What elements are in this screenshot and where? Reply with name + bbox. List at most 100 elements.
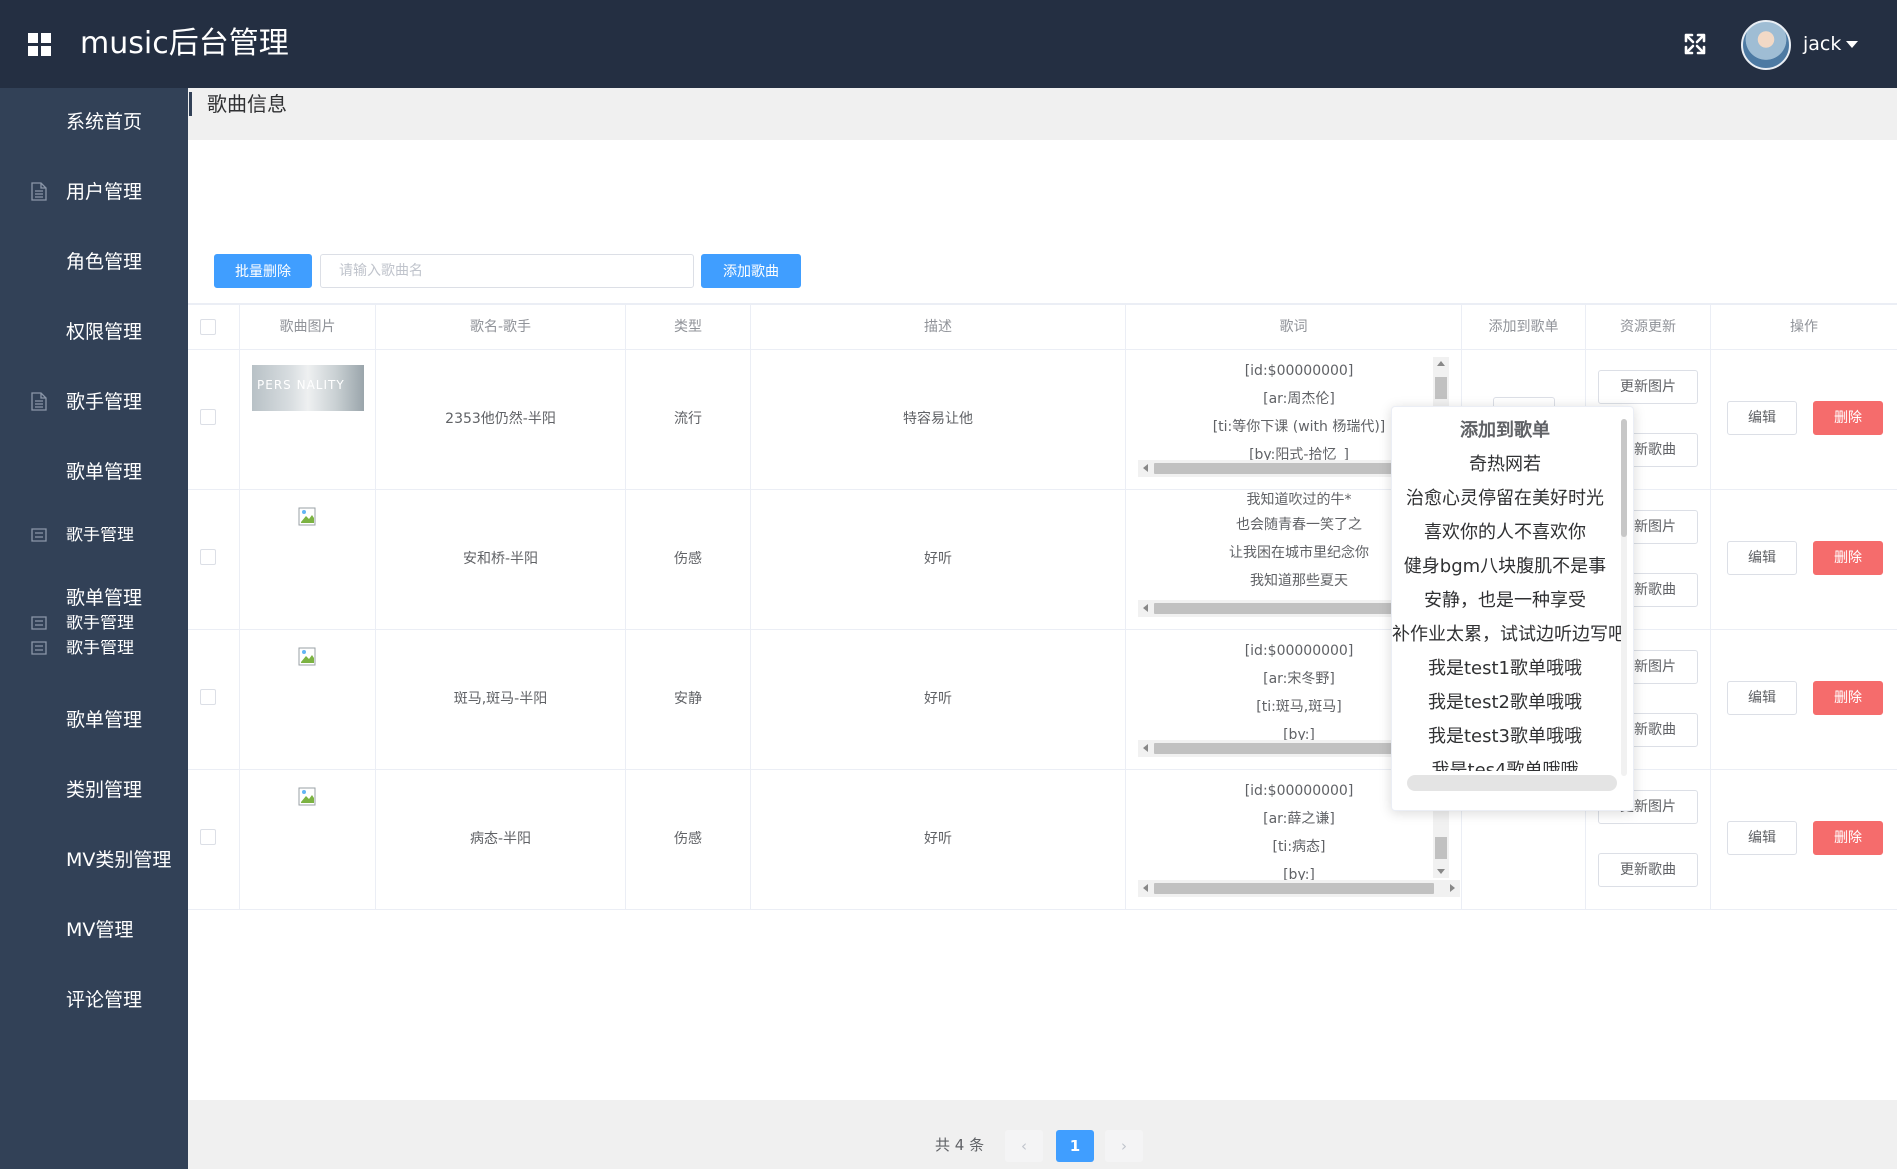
select-all-checkbox[interactable] (200, 319, 216, 335)
song-image-cell (240, 629, 376, 769)
row-checkbox[interactable] (200, 409, 216, 425)
popover-horizontal-scrollbar[interactable] (1407, 775, 1617, 791)
row-checkbox[interactable] (200, 829, 216, 845)
playlist-option[interactable]: 我是tes4歌单哦哦 (1392, 757, 1618, 771)
chevron-left-icon[interactable]: ‹ (1005, 1130, 1043, 1162)
column-header: 歌词 (1126, 305, 1462, 349)
type-cell: 安静 (626, 629, 751, 769)
song-type: 伤感 (674, 831, 702, 847)
edit-button[interactable]: 编辑 (1727, 821, 1797, 855)
type-cell: 流行 (626, 349, 751, 489)
sidebar-item-comments[interactable]: 评论管理 (0, 980, 188, 1020)
song-name-cell: 安和桥-半阳 (376, 489, 626, 629)
song-name: 安和桥-半阳 (462, 551, 539, 567)
lyrics-horizontal-scrollbar[interactable] (1138, 880, 1460, 897)
sidebar-item-users[interactable]: 用户管理 (0, 172, 188, 212)
page-number-current[interactable]: 1 (1056, 1130, 1094, 1162)
row-checkbox[interactable] (200, 549, 216, 565)
document-icon (31, 182, 47, 201)
search-input[interactable] (320, 254, 694, 288)
playlist-option[interactable]: 补作业太累，试试边听边写吧 (1392, 621, 1626, 649)
delete-button[interactable]: 删除 (1813, 541, 1883, 575)
table-row: 安和桥-半阳 伤感 好听 我知道吹过的牛* 也会随青春一笑了之 让我困在城市里纪… (188, 489, 1897, 630)
avatar[interactable] (1741, 20, 1791, 70)
delete-button[interactable]: 删除 (1813, 821, 1883, 855)
update-song-button[interactable]: 更新歌曲 (1598, 853, 1698, 887)
actions-cell: 编辑 删除 (1711, 769, 1897, 909)
grid-icon[interactable] (28, 33, 52, 57)
cover-text: PERS NALITY (257, 378, 345, 392)
edit-button[interactable]: 编辑 (1727, 681, 1797, 715)
sidebar-item-singers-4[interactable]: 歌手管理 (0, 629, 188, 669)
sidebar-item-roles[interactable]: 角色管理 (0, 242, 188, 282)
list-icon (31, 616, 47, 630)
playlist-option[interactable]: 我是test1歌单哦哦 (1392, 655, 1618, 683)
sidebar: 系统首页 用户管理 角色管理 权限管理 歌手管理 歌单管理 歌手管理 歌单管理 … (0, 88, 188, 1169)
song-name-cell: 2353他仍然-半阳 (376, 349, 626, 489)
column-header: 歌曲图片 (240, 305, 376, 349)
sidebar-item-label: 类别管理 (66, 779, 143, 801)
broken-image-icon (298, 787, 316, 806)
edit-button[interactable]: 编辑 (1727, 541, 1797, 575)
page-title: 歌曲信息 (207, 92, 287, 116)
sidebar-item-mv-categories[interactable]: MV类别管理 (0, 840, 188, 880)
list-icon (31, 528, 47, 542)
breadcrumb: 歌曲信息 (188, 88, 1897, 140)
batch-delete-button[interactable]: 批量删除 (214, 254, 312, 288)
sidebar-item-label: 评论管理 (66, 989, 143, 1011)
song-type: 流行 (674, 411, 702, 427)
fullscreen-icon[interactable] (1683, 32, 1707, 56)
delete-button[interactable]: 删除 (1813, 681, 1883, 715)
actions-cell: 编辑 删除 (1711, 349, 1897, 489)
caret-down-icon[interactable] (1846, 41, 1858, 48)
popover-title: 添加到歌单 (1460, 420, 1550, 441)
header-select-cell (188, 305, 240, 349)
song-type: 安静 (674, 691, 702, 707)
edit-button[interactable]: 编辑 (1727, 401, 1797, 435)
app-title: music后台管理 (80, 26, 289, 61)
desc-cell: 特容易让他 (751, 349, 1126, 489)
song-table: 歌曲图片 歌名-歌手 类型 描述 歌词 添加到歌单 资源更新 操作 PERS N… (188, 303, 1897, 910)
sidebar-item-permissions[interactable]: 权限管理 (0, 312, 188, 352)
username[interactable]: jack (1803, 30, 1841, 58)
sidebar-item-label: 歌单管理 (66, 461, 143, 483)
table-row: 斑马,斑马-半阳 安静 好听 [id:$00000000] [ar:宋冬野] [… (188, 629, 1897, 770)
sidebar-item-playlists-3[interactable]: 歌单管理 (0, 700, 188, 740)
playlist-option[interactable]: 我是test2歌单哦哦 (1392, 689, 1618, 717)
select-cell (188, 629, 240, 769)
sidebar-item-label: 用户管理 (66, 181, 143, 203)
sidebar-item-label: 歌单管理 (66, 709, 143, 731)
desc-cell: 好听 (751, 489, 1126, 629)
row-checkbox[interactable] (200, 689, 216, 705)
sidebar-item-mv[interactable]: MV管理 (0, 910, 188, 950)
top-header: music后台管理 jack (0, 0, 1897, 88)
lyric-line: [id:$00000000] (1244, 363, 1354, 379)
broken-image-icon (298, 647, 316, 666)
table-header: 歌曲图片 歌名-歌手 类型 描述 歌词 添加到歌单 资源更新 操作 (188, 305, 1897, 350)
playlist-option[interactable]: 我是test3歌单哦哦 (1392, 723, 1618, 751)
sidebar-item-singers[interactable]: 歌手管理 (0, 382, 188, 422)
sidebar-item-home[interactable]: 系统首页 (0, 102, 188, 142)
sidebar-item-label: 歌手管理 (66, 391, 143, 413)
playlist-option[interactable]: 奇热网若 (1392, 451, 1618, 479)
playlist-option[interactable]: 治愈心灵停留在美好时光 (1392, 485, 1618, 513)
actions-cell: 编辑 删除 (1711, 629, 1897, 769)
update-image-button[interactable]: 更新图片 (1598, 370, 1698, 404)
sidebar-item-playlists[interactable]: 歌单管理 (0, 452, 188, 492)
add-song-button[interactable]: 添加歌曲 (701, 254, 801, 288)
song-name-cell: 病态-半阳 (376, 769, 626, 909)
add-to-playlist-popover: 添加到歌单 奇热网若 治愈心灵停留在美好时光 喜欢你的人不喜欢你 健身bgm八块… (1391, 406, 1634, 811)
popover-vertical-scrollbar[interactable] (1621, 419, 1627, 776)
sidebar-item-singers-2[interactable]: 歌手管理 (0, 516, 188, 556)
song-name: 2353他仍然-半阳 (445, 411, 556, 427)
sidebar-item-label: 权限管理 (66, 321, 143, 343)
sidebar-item-categories[interactable]: 类别管理 (0, 770, 188, 810)
song-type: 伤感 (674, 551, 702, 567)
delete-button[interactable]: 删除 (1813, 401, 1883, 435)
song-image-cell: PERS NALITY (240, 349, 376, 489)
playlist-option[interactable]: 喜欢你的人不喜欢你 (1392, 519, 1618, 547)
playlist-option[interactable]: 健身bgm八块腹肌不是事 (1392, 553, 1618, 581)
playlist-option[interactable]: 安静，也是一种享受 (1392, 587, 1618, 615)
type-cell: 伤感 (626, 489, 751, 629)
chevron-right-icon[interactable]: › (1105, 1130, 1143, 1162)
